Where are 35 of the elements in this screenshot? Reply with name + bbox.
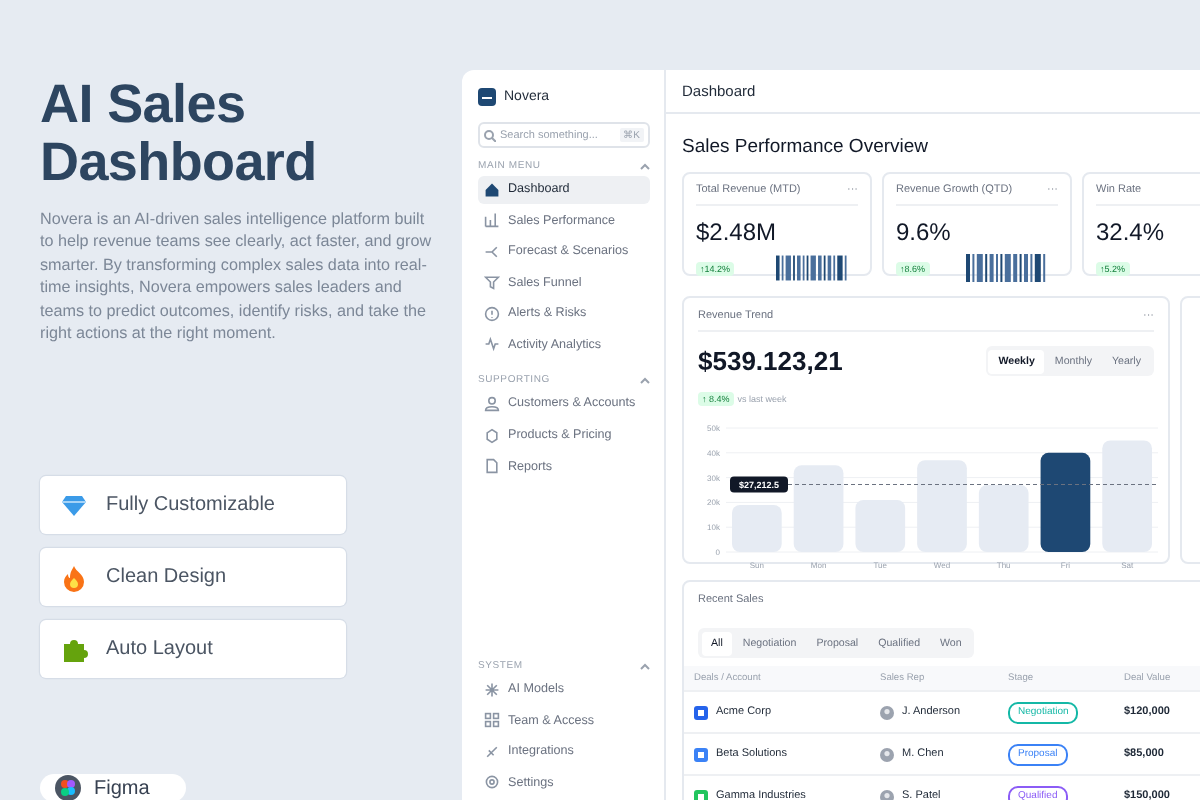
alert-icon xyxy=(484,305,500,322)
settings-icon xyxy=(484,774,500,791)
chevron-up-icon[interactable] xyxy=(640,661,650,670)
feature-label: Auto Layout xyxy=(106,638,213,661)
avatar-icon xyxy=(880,747,894,761)
box-icon xyxy=(484,427,500,444)
logo-icon xyxy=(478,88,496,107)
document-icon xyxy=(484,458,500,475)
bar-chart-icon xyxy=(484,212,500,229)
section-heading: Sales Performance Overview xyxy=(682,136,931,158)
stat-value: 9.6% xyxy=(896,218,951,246)
revenue-value: $539.123,21 xyxy=(698,346,843,376)
pulse-icon xyxy=(484,336,500,353)
feature-label: Clean Design xyxy=(106,566,227,589)
page-heading: AI Sales Dashboard xyxy=(40,76,319,192)
stat-value: 32.4% xyxy=(1096,218,1165,246)
avatar-icon xyxy=(880,705,894,719)
chevron-up-icon[interactable] xyxy=(640,376,650,385)
search-icon xyxy=(484,129,496,142)
grid-icon xyxy=(484,712,500,729)
feature-label: Fully Customizable xyxy=(106,494,275,517)
stat-value: $2.48M xyxy=(696,218,777,246)
gem-icon xyxy=(60,491,88,520)
bar xyxy=(1040,452,1091,552)
funnel-icon xyxy=(484,274,500,291)
puzzle-icon xyxy=(60,635,88,664)
sparkle-icon xyxy=(484,681,500,698)
flame-icon xyxy=(60,563,88,592)
figma-label: Figma xyxy=(94,777,150,800)
figma-logo-icon xyxy=(54,774,82,800)
person-icon xyxy=(484,395,500,412)
house-icon xyxy=(484,181,500,198)
chevron-up-icon[interactable] xyxy=(640,162,650,171)
branch-icon xyxy=(484,243,500,260)
description-paragraph: Novera is an AI-driven sales intelligence platform built to help revenue teams see clearly, act faster, and grow smarter. By transforming complex sales data into real-time insights, Novera empowers sales leaders and teams to predict outcomes, identify risks, and take the right actions at the right moment. xyxy=(40,208,434,345)
